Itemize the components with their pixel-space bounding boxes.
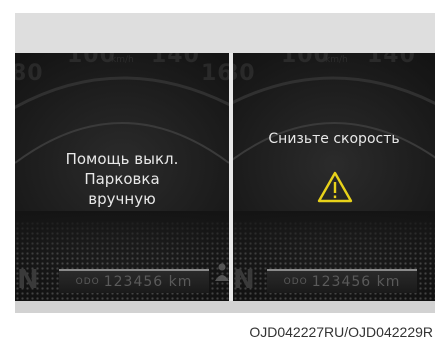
odo-label: ODO bbox=[283, 277, 308, 287]
assist-off-message: Помощь выкл. Парковка вручную bbox=[15, 149, 229, 209]
display-frame: 80 100 km/h 140 160 Помощь выкл. Парковк… bbox=[15, 13, 435, 313]
message-line-2: Парковка bbox=[84, 170, 160, 188]
gauge-label-140: 140 bbox=[367, 53, 416, 68]
gauge-unit: km/h bbox=[111, 55, 134, 65]
bottom-band bbox=[15, 301, 435, 313]
odometer: ODO 123456 km bbox=[59, 269, 209, 293]
gear-indicator: N bbox=[233, 265, 255, 295]
gauge-label-140: 140 bbox=[151, 53, 200, 68]
gauge-label-80: 80 bbox=[233, 61, 256, 86]
figure-caption: OJD042227RU/OJD042229R bbox=[249, 324, 433, 340]
gauge-unit: km/h bbox=[325, 55, 348, 65]
slow-down-message: Снизьте скорость bbox=[268, 131, 400, 147]
gauge-label-160: 160 bbox=[201, 61, 229, 86]
message-line-3: вручную bbox=[88, 190, 156, 208]
gear-indicator: N bbox=[17, 265, 39, 295]
odo-value: 123456 km bbox=[311, 274, 401, 290]
odo-value: 123456 km bbox=[103, 274, 193, 290]
message-line-1: Помощь выкл. bbox=[65, 150, 179, 168]
gauge-label-100: 100 bbox=[281, 53, 330, 68]
cluster-panel-left: 80 100 km/h 140 160 Помощь выкл. Парковк… bbox=[15, 53, 229, 301]
gauge-label-100: 100 bbox=[67, 53, 116, 68]
odo-label: ODO bbox=[75, 277, 100, 287]
cluster-panel-right: 80 100 km/h 140 Снизьте скорость N ODO 1… bbox=[233, 53, 435, 301]
odometer: ODO 123456 km bbox=[267, 269, 417, 293]
person-icon bbox=[215, 263, 229, 281]
warning-triangle-icon bbox=[317, 171, 353, 203]
gauge-label-80: 80 bbox=[15, 61, 44, 86]
